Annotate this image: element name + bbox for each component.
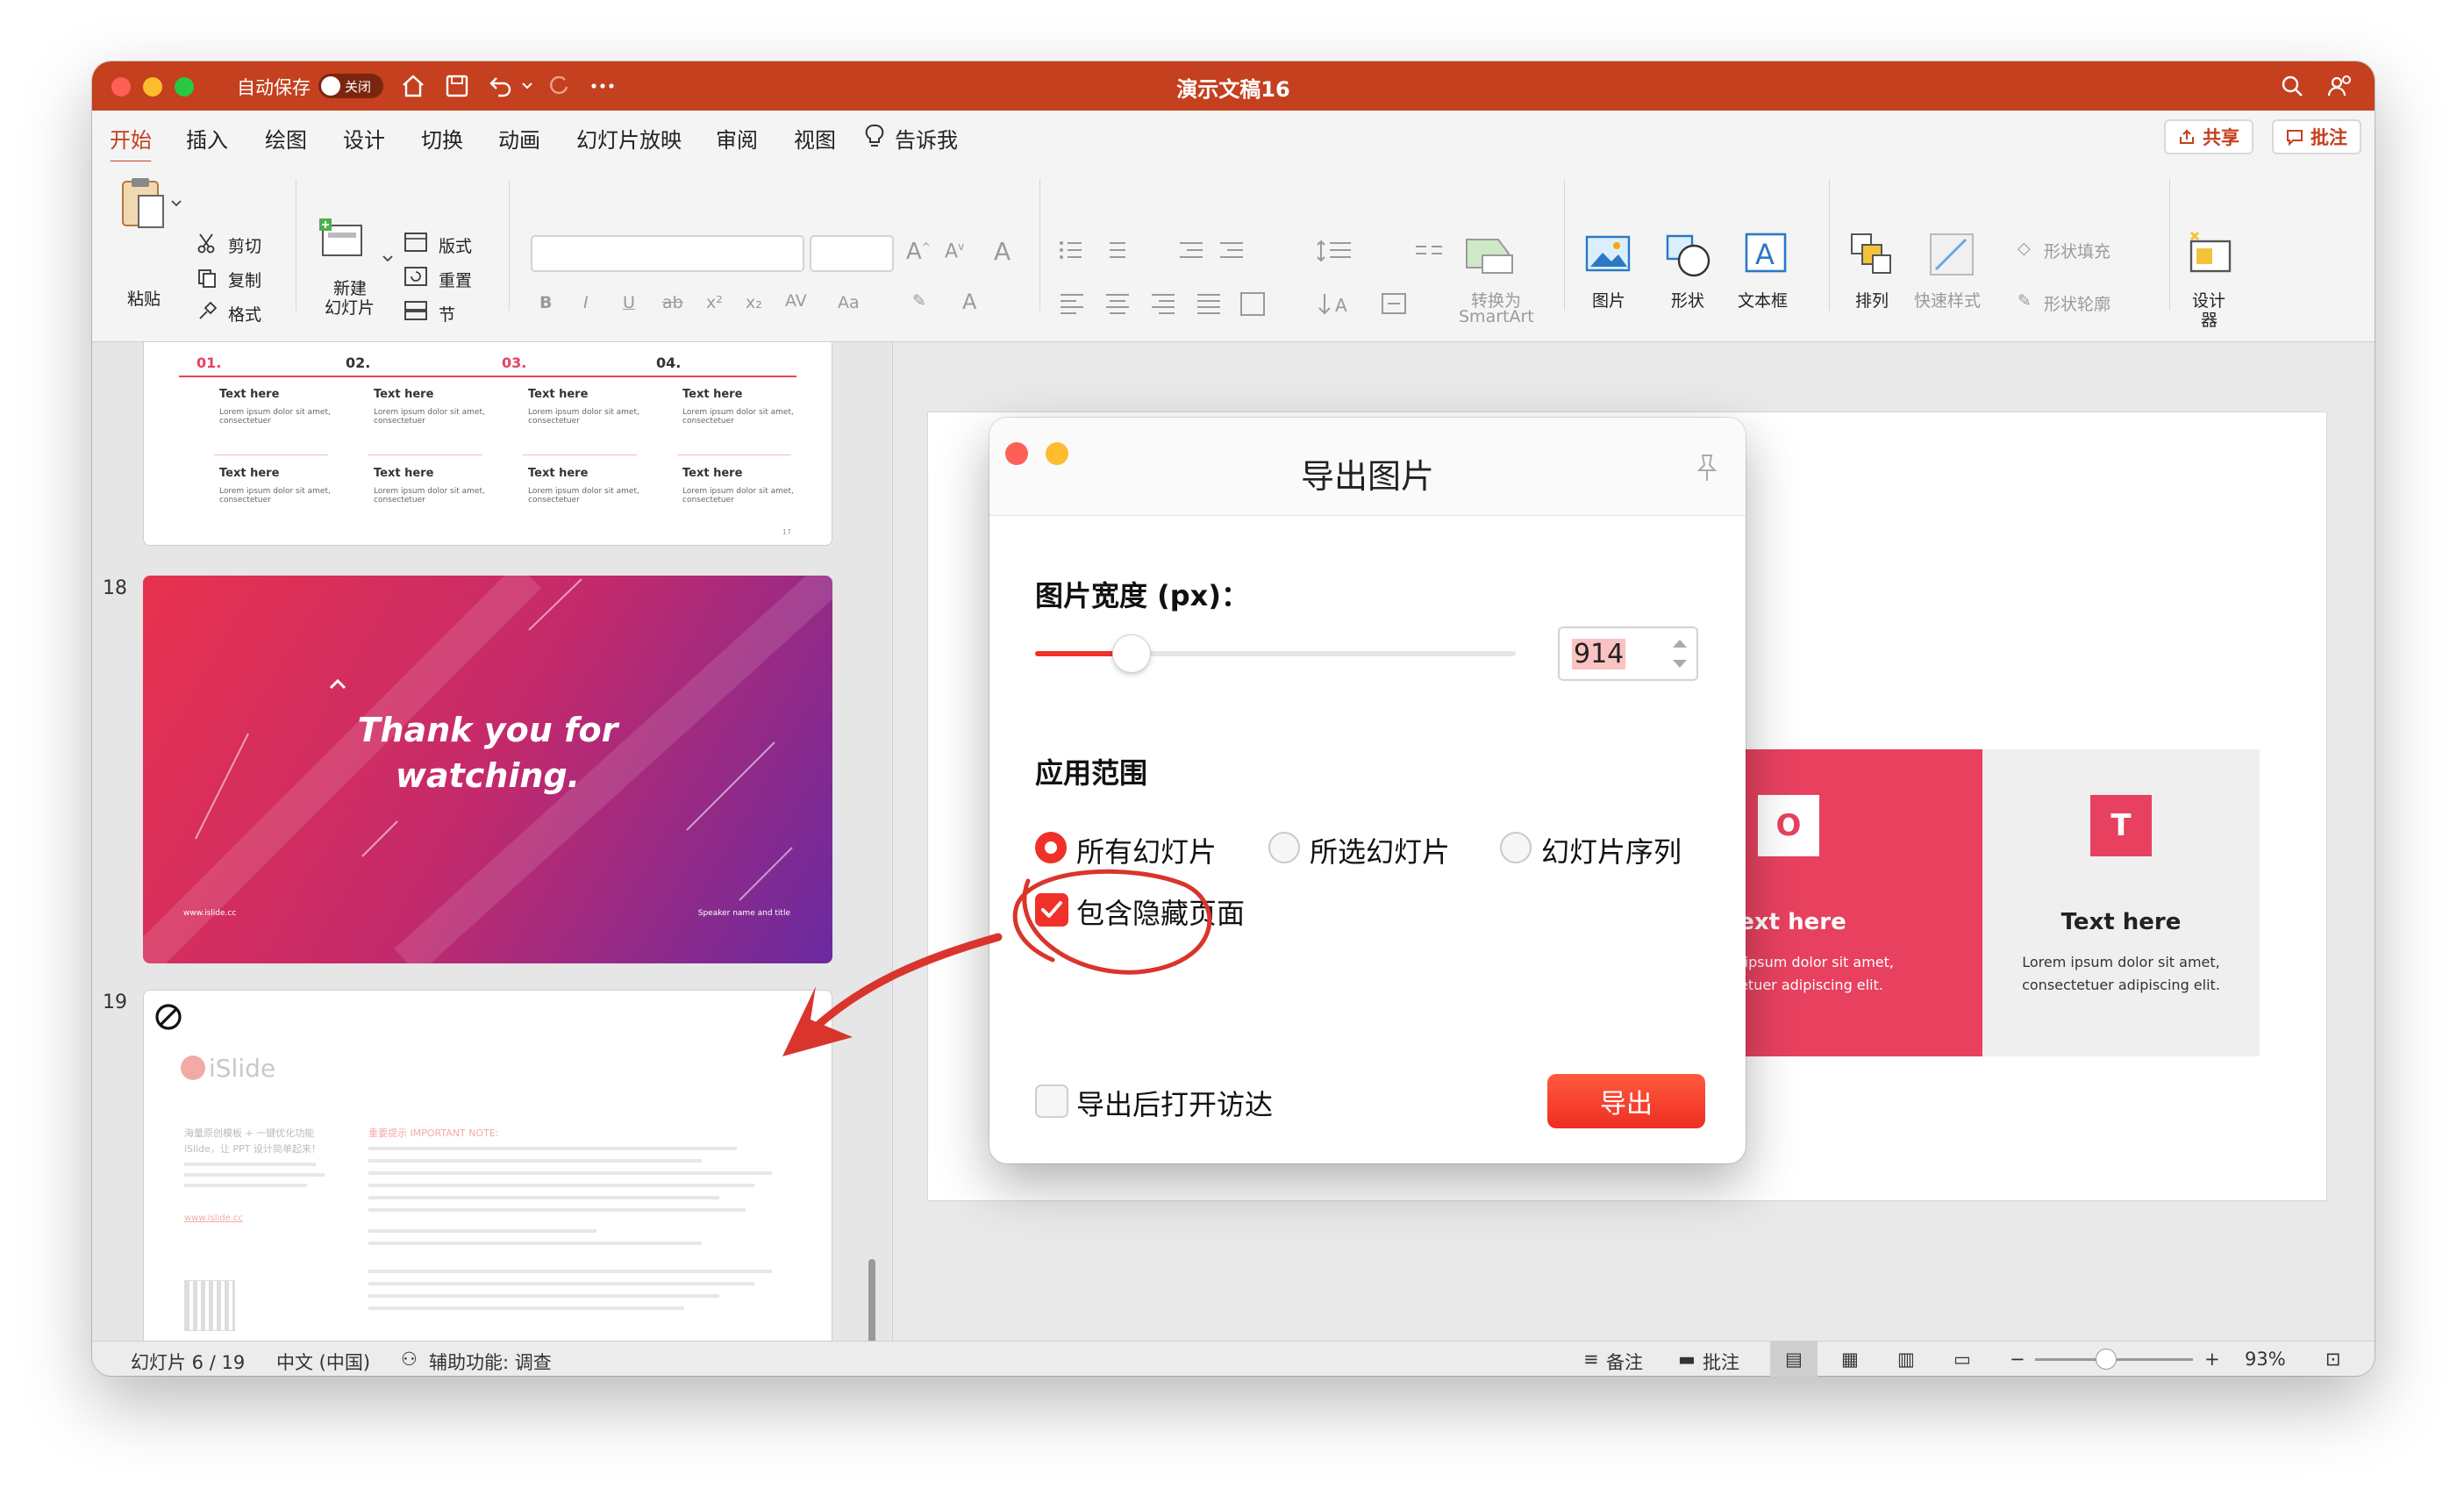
annotation-overlay (782, 869, 1212, 1056)
annotation-circle (1012, 869, 1212, 975)
annotation-arrow-shaft (801, 933, 1003, 1041)
